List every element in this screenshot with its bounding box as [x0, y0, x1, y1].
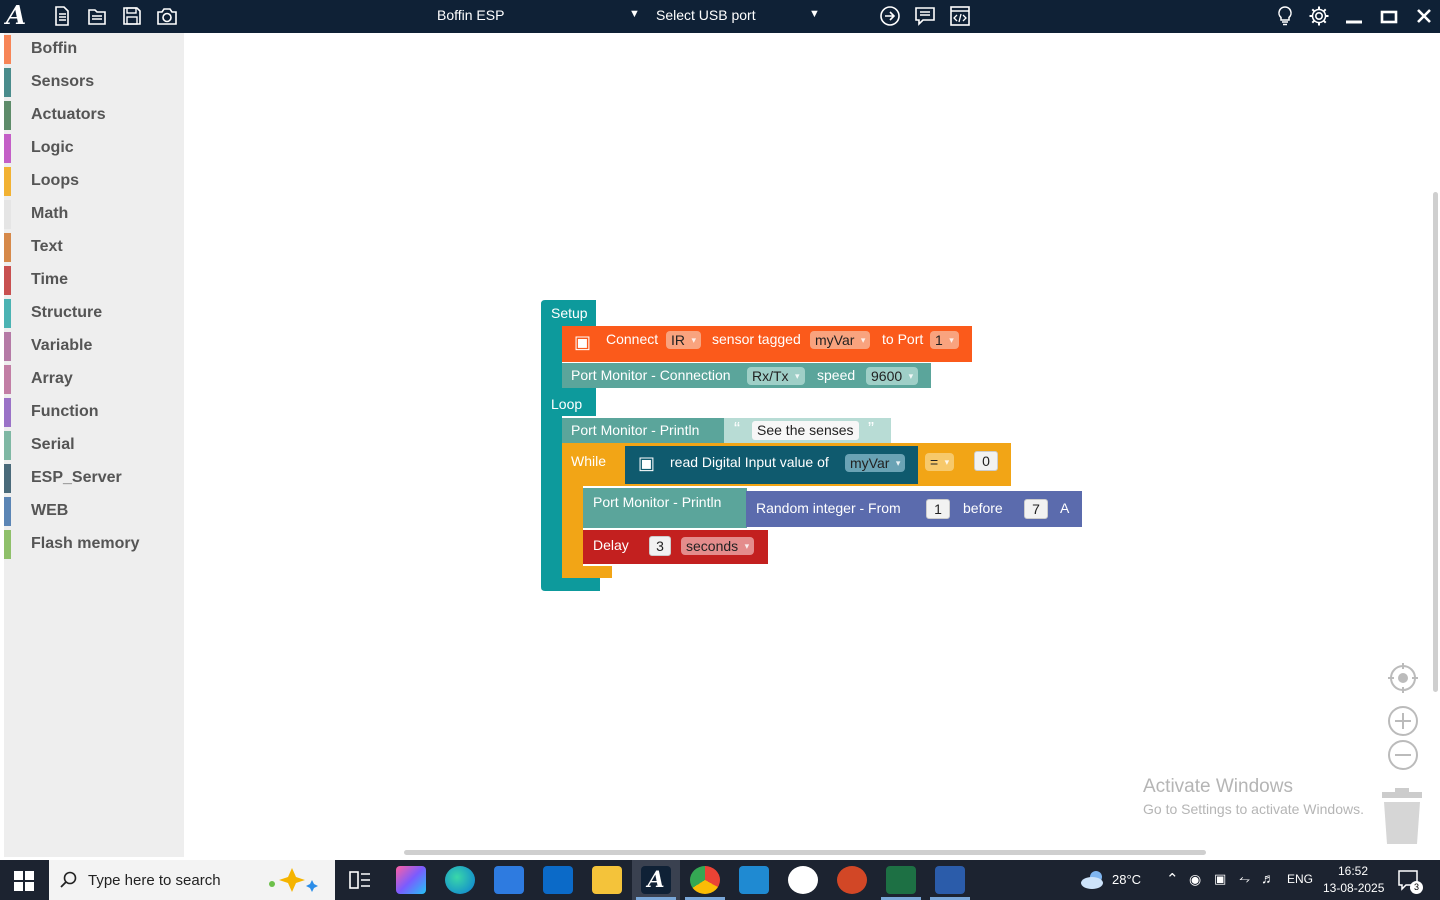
to-port-label: to Port	[882, 331, 924, 347]
println-random-block[interactable]: Port Monitor - Println	[583, 488, 747, 528]
show-hidden-icons-chevron-icon[interactable]: ⌃	[1166, 870, 1179, 888]
variable-dropdown[interactable]: myVar	[810, 331, 871, 349]
volume-icon[interactable]: ♬	[1261, 870, 1275, 886]
port-monitor-connection-block[interactable]: Port Monitor - Connection Rx/Tx speed 96…	[562, 363, 931, 388]
before-label: before	[963, 500, 1003, 516]
sensor-type-dropdown[interactable]: IR	[666, 331, 701, 349]
device-chip-icon: ▣	[638, 453, 656, 473]
read-digital-input-block[interactable]: ▣ read Digital Input value of myVar	[625, 446, 918, 484]
word-icon[interactable]	[935, 866, 965, 894]
sparkle-icon	[269, 868, 318, 892]
vertical-scrollbar[interactable]	[1433, 192, 1438, 692]
sensor-tagged-label: sensor tagged	[712, 331, 801, 347]
operator-dropdown[interactable]: =	[925, 453, 955, 471]
search-icon	[60, 871, 77, 888]
port-dropdown[interactable]: 1	[930, 331, 959, 349]
read-digital-input-label: read Digital Input value of	[670, 454, 829, 470]
microsoft-store-icon[interactable]	[494, 866, 524, 894]
horizontal-scrollbar[interactable]	[404, 850, 1206, 855]
clock-time[interactable]: 16:52	[1338, 864, 1368, 878]
time-unit-dropdown[interactable]: seconds	[681, 537, 755, 555]
file-explorer-icon[interactable]	[592, 866, 622, 894]
vscode-icon[interactable]	[739, 866, 769, 894]
zoom-out-icon[interactable]	[1386, 738, 1420, 772]
activate-windows-title: Activate Windows	[1143, 776, 1293, 797]
setup-label: Setup	[551, 305, 588, 321]
trash-icon[interactable]	[1380, 788, 1424, 846]
delay-value-field[interactable]: 3	[649, 536, 671, 556]
delay-label: Delay	[593, 537, 629, 553]
input-language[interactable]: ENG	[1287, 872, 1313, 886]
baud-rate-dropdown[interactable]: 9600	[866, 367, 919, 385]
notification-count-badge: 3	[1410, 881, 1423, 894]
edge-browser-icon[interactable]	[445, 866, 475, 894]
variable-dropdown[interactable]: myVar	[845, 454, 906, 472]
camera-tray-icon[interactable]: ▣	[1214, 871, 1226, 887]
while-label: While	[571, 453, 607, 469]
taskbar-search-box[interactable]: Type here to search	[49, 860, 335, 900]
println-label: Port Monitor - Println	[593, 494, 722, 510]
device-chip-icon: ▣	[574, 332, 592, 352]
quote-close-icon: ”	[868, 419, 874, 439]
connect-label: Connect	[606, 331, 659, 347]
weather-cloud-icon[interactable]	[1079, 868, 1107, 892]
connect-sensor-block[interactable]: ▣ Connect IR sensor tagged myVar to Port…	[562, 326, 972, 362]
quote-open-icon: “	[734, 419, 740, 439]
windows-start-icon[interactable]	[14, 871, 34, 891]
recenter-icon[interactable]	[1386, 661, 1420, 695]
excel-icon[interactable]	[886, 866, 916, 894]
text-string-value[interactable]: See the senses	[752, 421, 859, 440]
random-to-field[interactable]: 7	[1024, 499, 1048, 519]
clock-date[interactable]: 13-08-2025	[1323, 881, 1384, 895]
println-label: Port Monitor - Println	[571, 422, 700, 438]
mode-dropdown[interactable]: Rx/Tx	[747, 367, 805, 385]
task-view-icon[interactable]	[349, 870, 371, 890]
powerpoint-icon[interactable]	[837, 866, 867, 894]
copilot-icon[interactable]	[396, 866, 426, 894]
outlook-icon[interactable]	[543, 866, 573, 894]
record-icon[interactable]: ◉	[1189, 871, 1201, 888]
random-integer-label: Random integer - From	[756, 500, 901, 516]
random-suffix-label: A	[1060, 500, 1070, 516]
loop-label: Loop	[551, 396, 583, 412]
windows-taskbar: Type here to search A 28°C ⌃ ◉ ▣ ⥊ ♬ ENG…	[0, 860, 1440, 900]
weather-temperature[interactable]: 28°C	[1112, 872, 1141, 887]
boffin-app-icon[interactable]: A	[641, 866, 671, 894]
random-integer-block[interactable]: Random integer - From 1 before 7 A	[746, 491, 1082, 527]
port-monitor-connection-label: Port Monitor - Connection	[571, 367, 731, 383]
delay-block[interactable]: Delay 3 seconds	[583, 530, 768, 564]
zoom-in-icon[interactable]	[1386, 704, 1420, 738]
println-block[interactable]: Port Monitor - Println	[562, 418, 726, 443]
speed-label: speed	[817, 367, 856, 383]
compare-value-field[interactable]: 0	[974, 451, 998, 471]
chrome-icon[interactable]	[690, 866, 720, 894]
mongodb-compass-icon[interactable]	[788, 866, 818, 894]
random-from-field[interactable]: 1	[926, 499, 950, 519]
wifi-icon[interactable]: ⥊	[1239, 870, 1250, 887]
activate-windows-subtitle: Go to Settings to activate Windows.	[1143, 801, 1364, 817]
text-string-block[interactable]: “ See the senses ”	[724, 418, 891, 443]
search-placeholder: Type here to search	[88, 872, 221, 889]
